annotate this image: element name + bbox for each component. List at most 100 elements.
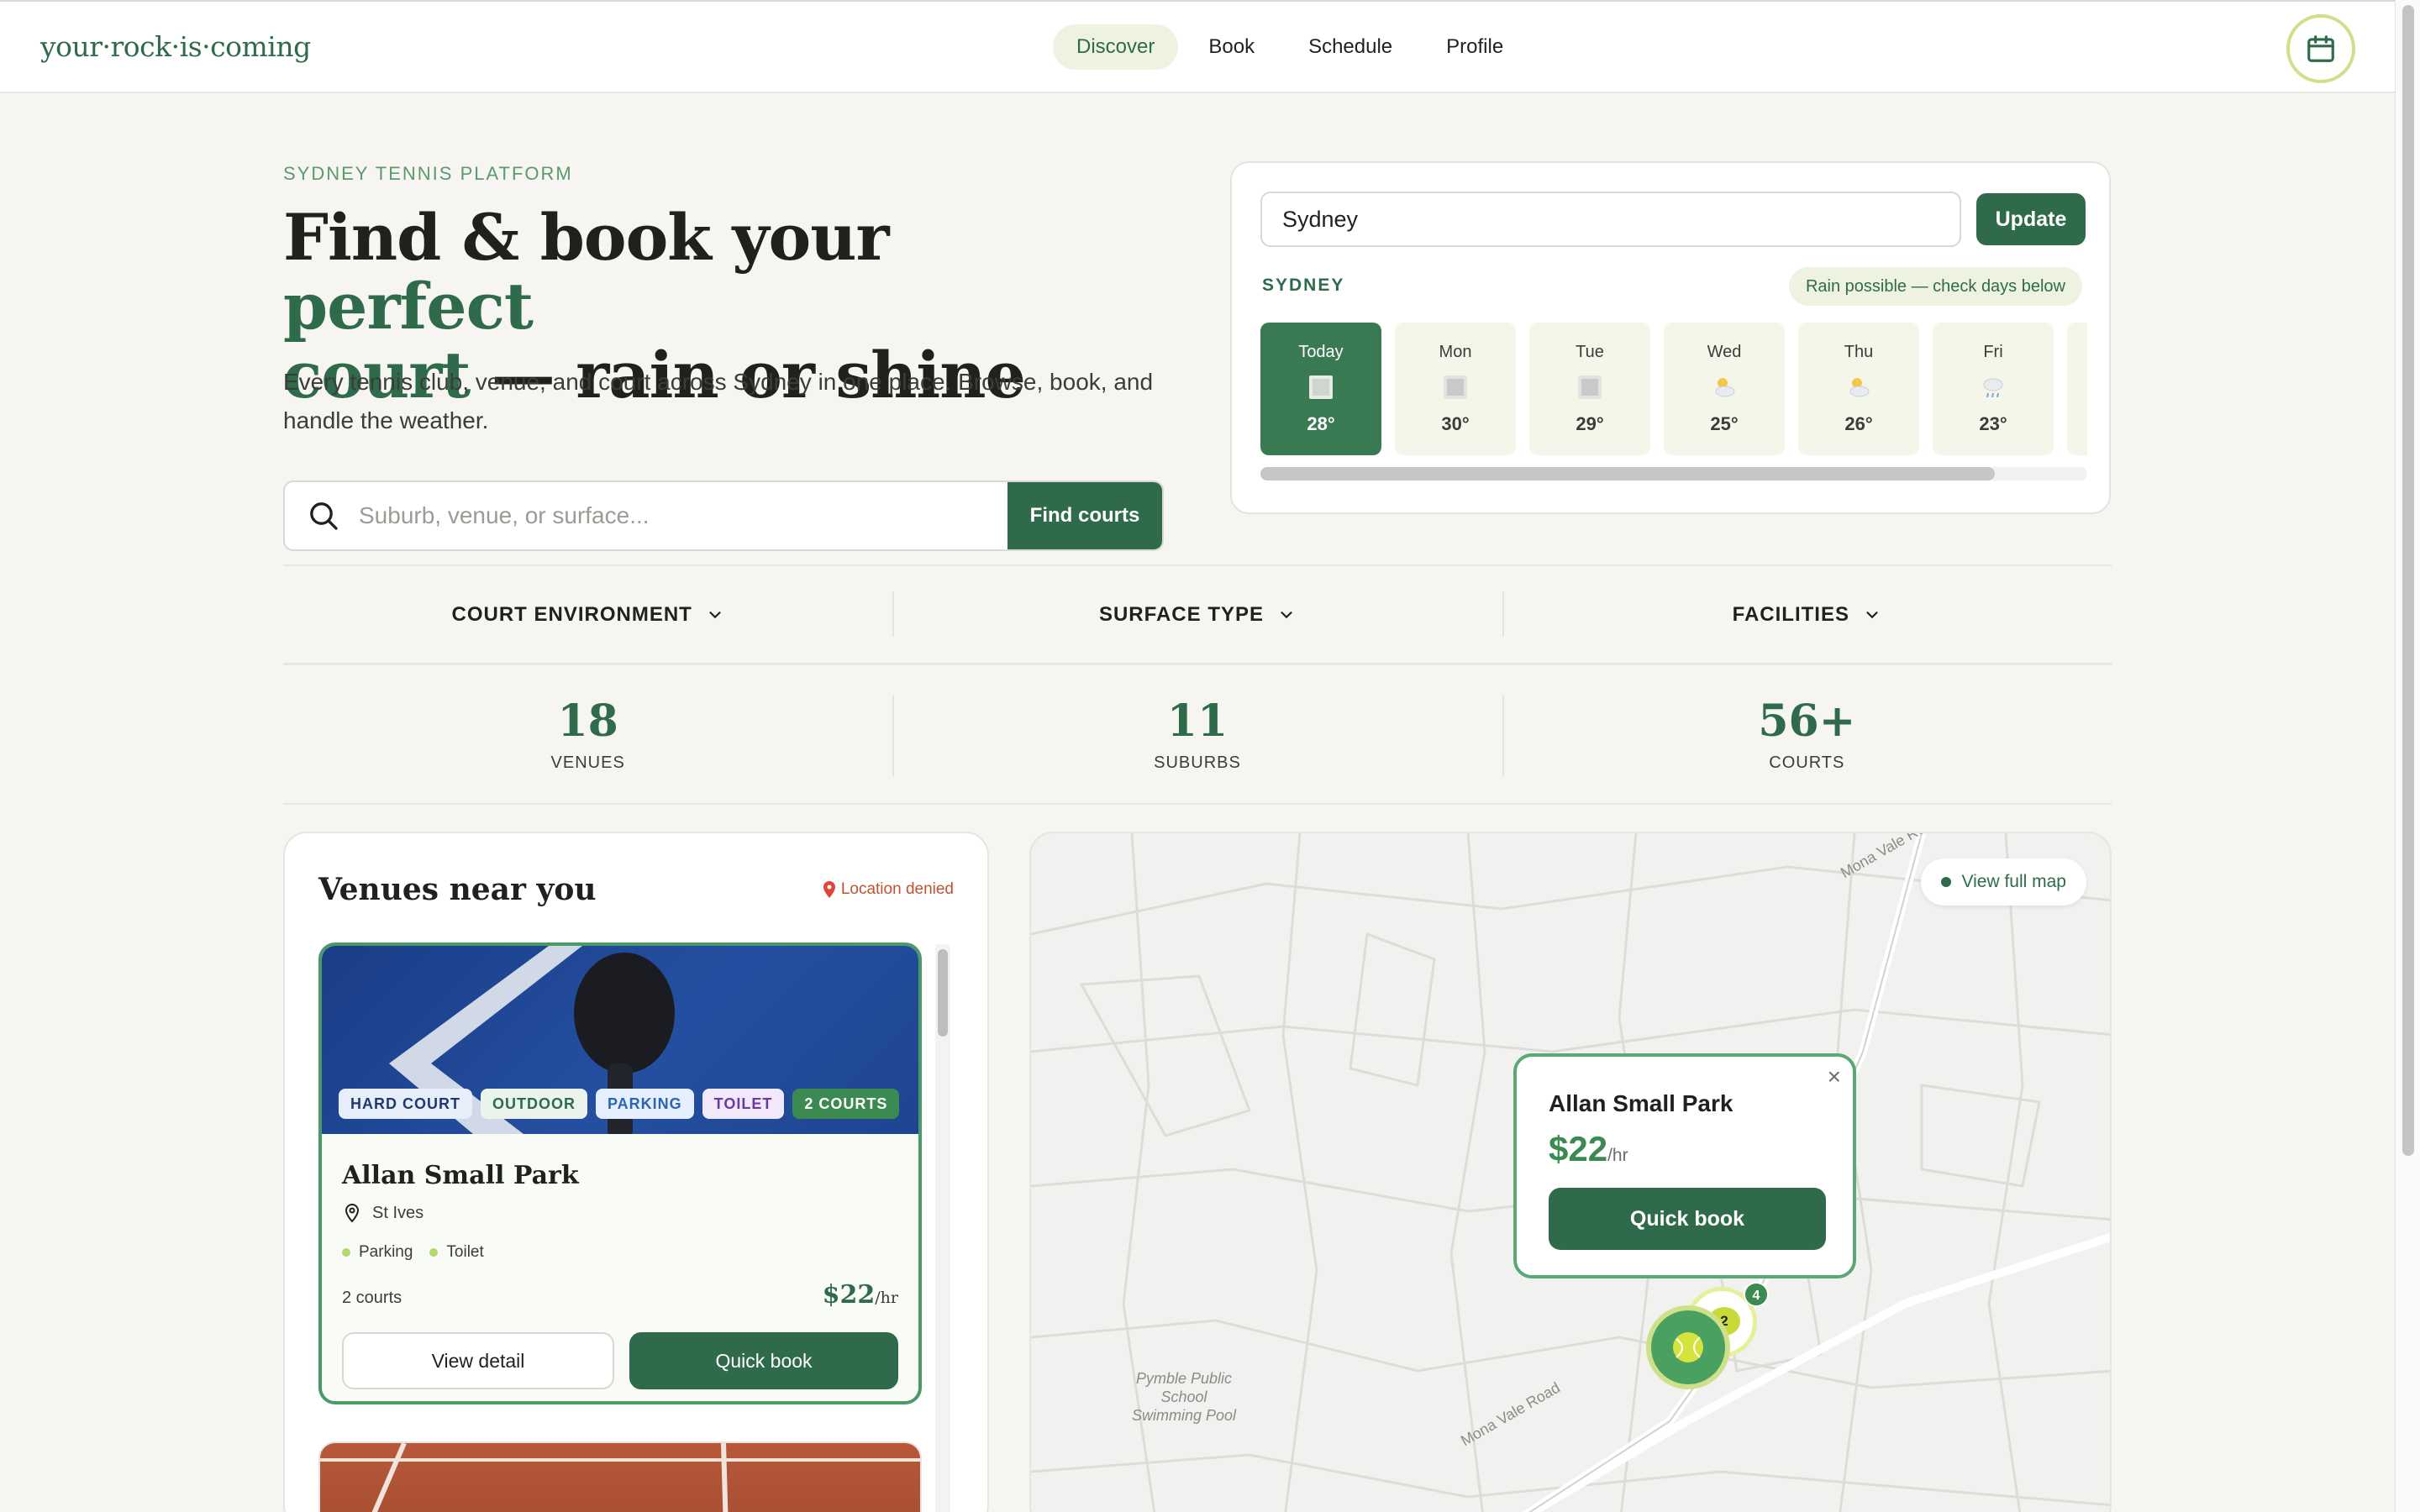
day-name: Tue <box>1576 343 1604 361</box>
stat-label: SUBURBS <box>1154 753 1241 772</box>
stat-value: 11 <box>1166 696 1228 747</box>
venue-suburb-text: St Ives <box>372 1203 424 1222</box>
filter-facilities[interactable]: FACILITIES <box>1502 566 2112 663</box>
venue-facilities: Parking Toilet <box>342 1243 484 1262</box>
forecast-scrollbar[interactable] <box>1260 467 2087 480</box>
day-name: Wed <box>1707 343 1742 361</box>
find-courts-button[interactable]: Find courts <box>1007 482 1162 549</box>
venue-card[interactable]: HARD COURT OUTDOOR PARKING TOILET 2 COUR… <box>318 942 922 1404</box>
day-name: Today <box>1298 343 1344 361</box>
view-detail-button[interactable]: View detail <box>342 1332 614 1389</box>
location-status-text: Location denied <box>840 880 954 898</box>
popup-quick-book-button[interactable]: Quick book <box>1549 1188 1826 1250</box>
nav-item-book[interactable]: Book <box>1185 24 1278 70</box>
forecast-day-wed[interactable]: Wed 25° <box>1664 323 1785 455</box>
forecast-day-next[interactable] <box>2067 323 2087 455</box>
day-name: Fri <box>1983 343 2003 361</box>
view-full-map-button[interactable]: View full map <box>1921 858 2086 906</box>
map-pool-label: Pymble Public School Swimming Pool <box>1132 1369 1236 1425</box>
location-pin-icon <box>345 1204 360 1223</box>
day-temp: 23° <box>1979 413 2007 434</box>
venue-courts: 2 courts <box>342 1289 402 1307</box>
page-scrollbar[interactable] <box>2395 0 2420 1512</box>
stat-label: VENUES <box>550 753 625 772</box>
forecast-scrollbar-thumb[interactable] <box>1260 467 1995 480</box>
venues-scrollbar[interactable] <box>935 944 950 1512</box>
venue-suburb: St Ives <box>342 1203 424 1223</box>
partly-cloudy-icon <box>1849 378 1870 397</box>
main-nav: Discover Book Schedule Profile <box>1053 24 1527 70</box>
weather-city: SYDNEY <box>1262 276 1345 295</box>
hero-eyebrow: SYDNEY TENNIS PLATFORM <box>283 163 573 184</box>
forecast-day-fri[interactable]: Fri 23° <box>1933 323 2054 455</box>
filter-court-environment[interactable]: COURT ENVIRONMENT <box>283 566 892 663</box>
filter-surface-type[interactable]: SURFACE TYPE <box>892 566 1502 663</box>
calendar-button[interactable] <box>2286 14 2355 83</box>
quick-book-button[interactable]: Quick book <box>629 1332 898 1389</box>
pool-label-line: Swimming Pool <box>1132 1407 1237 1424</box>
sun-icon <box>1444 375 1467 399</box>
weather-card: Sydney Update SYDNEY Rain possible — che… <box>1230 161 2111 514</box>
rain-icon <box>1983 378 2003 398</box>
hero-subtitle: Every tennis club, venue, and court acro… <box>283 369 1154 433</box>
brand-logo[interactable]: your·rock·is·coming <box>40 30 311 63</box>
forecast-day-tue[interactable]: Tue 29° <box>1529 323 1650 455</box>
popup-price-unit: /hr <box>1607 1146 1628 1165</box>
page-scrollbar-thumb[interactable] <box>2402 5 2414 1156</box>
filter-label: COURT ENVIRONMENT <box>451 602 692 626</box>
nav-item-discover[interactable]: Discover <box>1053 24 1179 70</box>
stat-label: COURTS <box>1769 753 1845 772</box>
day-temp: 28° <box>1307 413 1335 434</box>
day-temp: 25° <box>1710 413 1739 434</box>
forecast-day-thu[interactable]: Thu 26° <box>1798 323 1919 455</box>
search-input[interactable] <box>359 482 1023 549</box>
forecast-days[interactable]: Today 28° Mon 30° Tue 29° Wed 25° Thu 26… <box>1260 323 2087 457</box>
nav-item-profile[interactable]: Profile <box>1423 24 1527 70</box>
price-value: $22 <box>822 1280 876 1310</box>
popup-price: $22/hr <box>1549 1129 1628 1169</box>
venue-price: $22/hr <box>823 1280 898 1310</box>
location-status: Location denied <box>823 880 954 899</box>
calendar-icon <box>2307 35 2334 62</box>
filter-label: SURFACE TYPE <box>1098 602 1264 626</box>
hero-title-accent: perfect <box>283 269 534 344</box>
map-venue-marker[interactable] <box>1646 1305 1730 1389</box>
forecast-day-mon[interactable]: Mon 30° <box>1395 323 1516 455</box>
popup-close-button[interactable]: × <box>1828 1063 1841 1090</box>
stat-venues: 18 VENUES <box>283 667 892 803</box>
filter-bar: COURT ENVIRONMENT SURFACE TYPE FACILITIE… <box>283 564 2112 665</box>
venues-panel: Venues near you Location denied HARD COU… <box>283 832 989 1512</box>
venue-card-next[interactable] <box>318 1441 922 1512</box>
update-button[interactable]: Update <box>1976 193 2086 245</box>
venues-scrollbar-thumb[interactable] <box>938 949 948 1037</box>
tag-parking: PARKING <box>596 1089 694 1119</box>
stat-value: 56+ <box>1758 696 1856 747</box>
venue-name: Allan Small Park <box>342 1161 579 1190</box>
chevron-down-icon <box>1281 611 1292 618</box>
forecast-day-today[interactable]: Today 28° <box>1260 323 1381 455</box>
stats-row: 18 VENUES 11 SUBURBS 56+ COURTS <box>283 667 2112 805</box>
sun-icon <box>1578 375 1602 399</box>
partly-cloudy-icon <box>1715 378 1735 397</box>
map-panel[interactable]: Mona Vale Road Mona Vale Road Pymble Pub… <box>1029 832 2112 1512</box>
venue-photo-graphic <box>320 1443 920 1512</box>
weather-note-badge: Rain possible — check days below <box>1788 267 2082 306</box>
top-nav: your·rock·is·coming Discover Book Schedu… <box>0 0 2395 93</box>
tag-toilet: TOILET <box>702 1089 785 1119</box>
pool-label-line: Pymble Public <box>1136 1370 1233 1387</box>
day-temp: 26° <box>1844 413 1873 434</box>
price-unit: /hr <box>875 1289 898 1307</box>
map-cluster-count-small[interactable]: 4 <box>1744 1282 1769 1307</box>
popup-venue-name: Allan Small Park <box>1549 1090 1733 1116</box>
location-pin-icon <box>823 881 835 898</box>
sun-icon <box>1309 375 1333 399</box>
location-input[interactable]: Sydney <box>1260 192 1961 247</box>
nav-item-schedule[interactable]: Schedule <box>1285 24 1416 70</box>
facility-item: Toilet <box>429 1243 483 1262</box>
stat-courts: 56+ COURTS <box>1502 667 2112 803</box>
filter-label: FACILITIES <box>1732 602 1849 626</box>
chevron-down-icon <box>709 611 721 618</box>
facility-item: Parking <box>342 1243 413 1262</box>
venues-heading: Venues near you <box>318 872 597 907</box>
day-temp: 30° <box>1441 413 1470 434</box>
